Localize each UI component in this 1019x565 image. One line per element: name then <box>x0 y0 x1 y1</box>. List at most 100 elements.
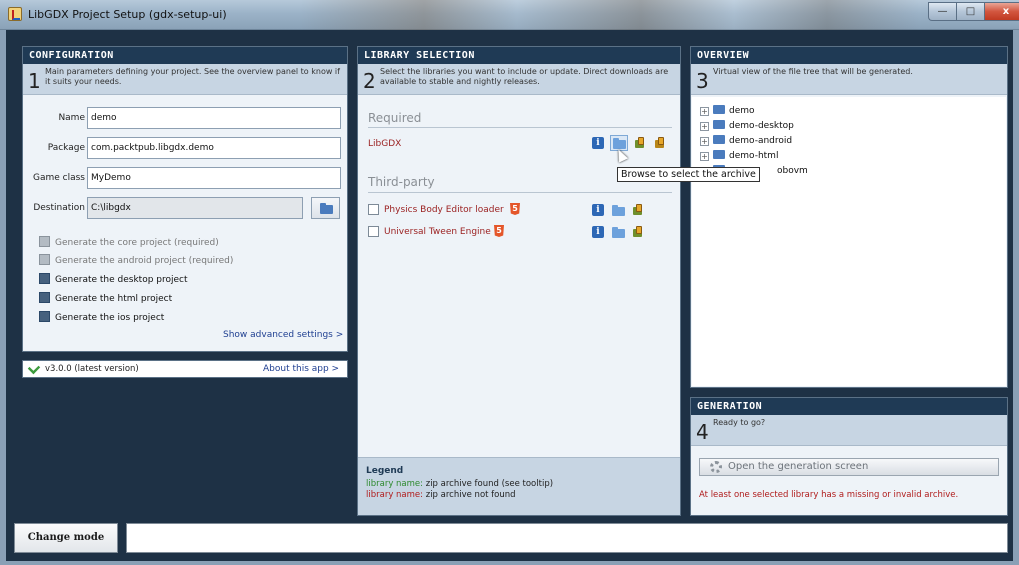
legend-found: library name: zip archive found (see too… <box>366 479 553 489</box>
option-android: Generate the android project (required) <box>39 254 233 270</box>
legend-missing: library name: zip archive not found <box>366 490 516 500</box>
info-icon[interactable]: i <box>592 137 604 149</box>
tree-item[interactable]: + demo-android <box>700 135 792 149</box>
option-core: Generate the core project (required) <box>39 236 219 252</box>
third-party-divider <box>368 192 672 193</box>
legend-missing-name: library name: <box>366 490 424 500</box>
legend-found-text: zip archive found (see tooltip) <box>423 479 554 489</box>
game-class-field[interactable]: MyDemo <box>87 167 341 189</box>
info-icon[interactable]: i <box>592 204 604 216</box>
option-desktop-label: Generate the desktop project <box>55 275 188 285</box>
tween-checkbox[interactable] <box>368 226 379 237</box>
download-icon[interactable] <box>632 226 644 238</box>
checkmark-icon <box>27 361 41 375</box>
info-icon[interactable]: i <box>592 226 604 238</box>
option-android-label: Generate the android project (required) <box>55 256 234 266</box>
expand-icon[interactable]: + <box>700 137 709 146</box>
library-panel: LIBRARY SELECTION 2 Select the libraries… <box>357 46 681 516</box>
expand-icon[interactable]: + <box>700 152 709 161</box>
show-advanced-link[interactable]: Show advanced settings > <box>223 330 343 340</box>
window-titlebar[interactable]: LibGDX Project Setup (gdx-setup-ui) — □ … <box>0 0 1019 30</box>
overview-header: OVERVIEW <box>691 47 1007 64</box>
name-label: Name <box>58 113 85 123</box>
html5-icon: 5 <box>510 203 520 215</box>
generation-subheader: 4 Ready to go? <box>691 415 1007 446</box>
ios-checkbox[interactable] <box>39 311 50 322</box>
step-number: 4 <box>696 420 709 444</box>
library-name-physics: Physics Body Editor loader <box>384 205 504 215</box>
generation-error: At least one selected library has a miss… <box>699 490 959 500</box>
libgdx-app-icon <box>8 7 22 21</box>
version-label: v3.0.0 (latest version) <box>45 364 139 374</box>
open-generation-screen-button[interactable]: Open the generation screen <box>699 458 999 476</box>
tree-item-label: demo-desktop <box>729 121 794 131</box>
library-description: Select the libraries you want to include… <box>380 67 669 86</box>
window-title: LibGDX Project Setup (gdx-setup-ui) <box>28 8 227 21</box>
download-nightly-icon[interactable] <box>654 137 666 149</box>
generation-header: GENERATION <box>691 398 1007 415</box>
folder-icon <box>320 203 333 214</box>
tooltip: Browse to select the archive <box>617 167 760 182</box>
expand-icon[interactable]: + <box>700 122 709 131</box>
library-row-physics[interactable]: Physics Body Editor loader 5 i <box>368 202 672 218</box>
required-title: Required <box>368 111 422 125</box>
required-divider <box>368 127 672 128</box>
about-link[interactable]: About this app > <box>263 364 339 374</box>
step-number: 3 <box>696 69 709 93</box>
minimize-button[interactable]: — <box>928 2 956 21</box>
package-field[interactable]: com.packtpub.libgdx.demo <box>87 137 341 159</box>
folder-icon <box>713 105 725 114</box>
library-name-tween: Universal Tween Engine <box>384 227 491 237</box>
download-icon[interactable] <box>634 137 646 149</box>
bottom-bar: Change mode <box>14 523 1008 553</box>
configuration-header: CONFIGURATION <box>23 47 347 64</box>
package-label: Package <box>47 143 85 153</box>
option-desktop[interactable]: Generate the desktop project <box>39 273 188 289</box>
tree-item[interactable]: + demo-desktop <box>700 120 794 134</box>
tree-item-label: demo-html <box>729 151 779 161</box>
html-checkbox[interactable] <box>39 292 50 303</box>
folder-icon[interactable] <box>612 227 625 238</box>
android-checkbox <box>39 254 50 265</box>
desktop-checkbox[interactable] <box>39 273 50 284</box>
download-icon[interactable] <box>632 204 644 216</box>
overview-panel: OVERVIEW 3 Virtual view of the file tree… <box>690 46 1008 388</box>
destination-field[interactable]: C:\libgdx <box>87 197 303 219</box>
step-number: 1 <box>28 69 41 93</box>
library-header: LIBRARY SELECTION <box>358 47 680 64</box>
game-class-label: Game class <box>33 173 85 183</box>
folder-icon[interactable] <box>612 205 625 216</box>
folder-icon <box>713 120 725 129</box>
maximize-button[interactable]: □ <box>956 2 984 21</box>
destination-browse-button[interactable] <box>311 197 340 219</box>
option-core-label: Generate the core project (required) <box>55 238 219 248</box>
legend-missing-text: zip archive not found <box>423 490 516 500</box>
option-ios-label: Generate the ios project <box>55 313 165 323</box>
physics-checkbox[interactable] <box>368 204 379 215</box>
destination-label: Destination <box>33 203 85 213</box>
titlebar-background <box>300 0 920 30</box>
gear-icon <box>710 461 722 473</box>
third-party-title: Third-party <box>368 175 435 189</box>
generation-description: Ready to go? <box>713 418 766 427</box>
library-row-tween[interactable]: Universal Tween Engine 5 i <box>368 224 672 240</box>
expand-icon[interactable]: + <box>700 107 709 116</box>
configuration-description: Main parameters defining your project. S… <box>45 67 340 86</box>
configuration-subheader: 1 Main parameters defining your project.… <box>23 64 347 95</box>
name-field[interactable]: demo <box>87 107 341 129</box>
tree-item[interactable]: + demo-html <box>700 150 778 164</box>
tree-item[interactable]: + demo <box>700 105 755 119</box>
change-mode-button[interactable]: Change mode <box>14 523 118 553</box>
library-subheader: 2 Select the libraries you want to inclu… <box>358 64 680 95</box>
option-ios[interactable]: Generate the ios project <box>39 311 164 327</box>
tree-item-label: demo <box>729 106 755 116</box>
option-html[interactable]: Generate the html project <box>39 292 172 308</box>
close-button[interactable]: x <box>984 2 1019 21</box>
window-controls: — □ x <box>928 2 1019 22</box>
status-field <box>126 523 1008 553</box>
folder-icon <box>713 135 725 144</box>
file-tree: + demo + demo-desktop + demo-android + demo-… <box>692 97 1006 386</box>
step-number: 2 <box>363 69 376 93</box>
generation-panel: GENERATION 4 Ready to go? Open the gener… <box>690 397 1008 516</box>
html5-icon: 5 <box>494 225 504 237</box>
